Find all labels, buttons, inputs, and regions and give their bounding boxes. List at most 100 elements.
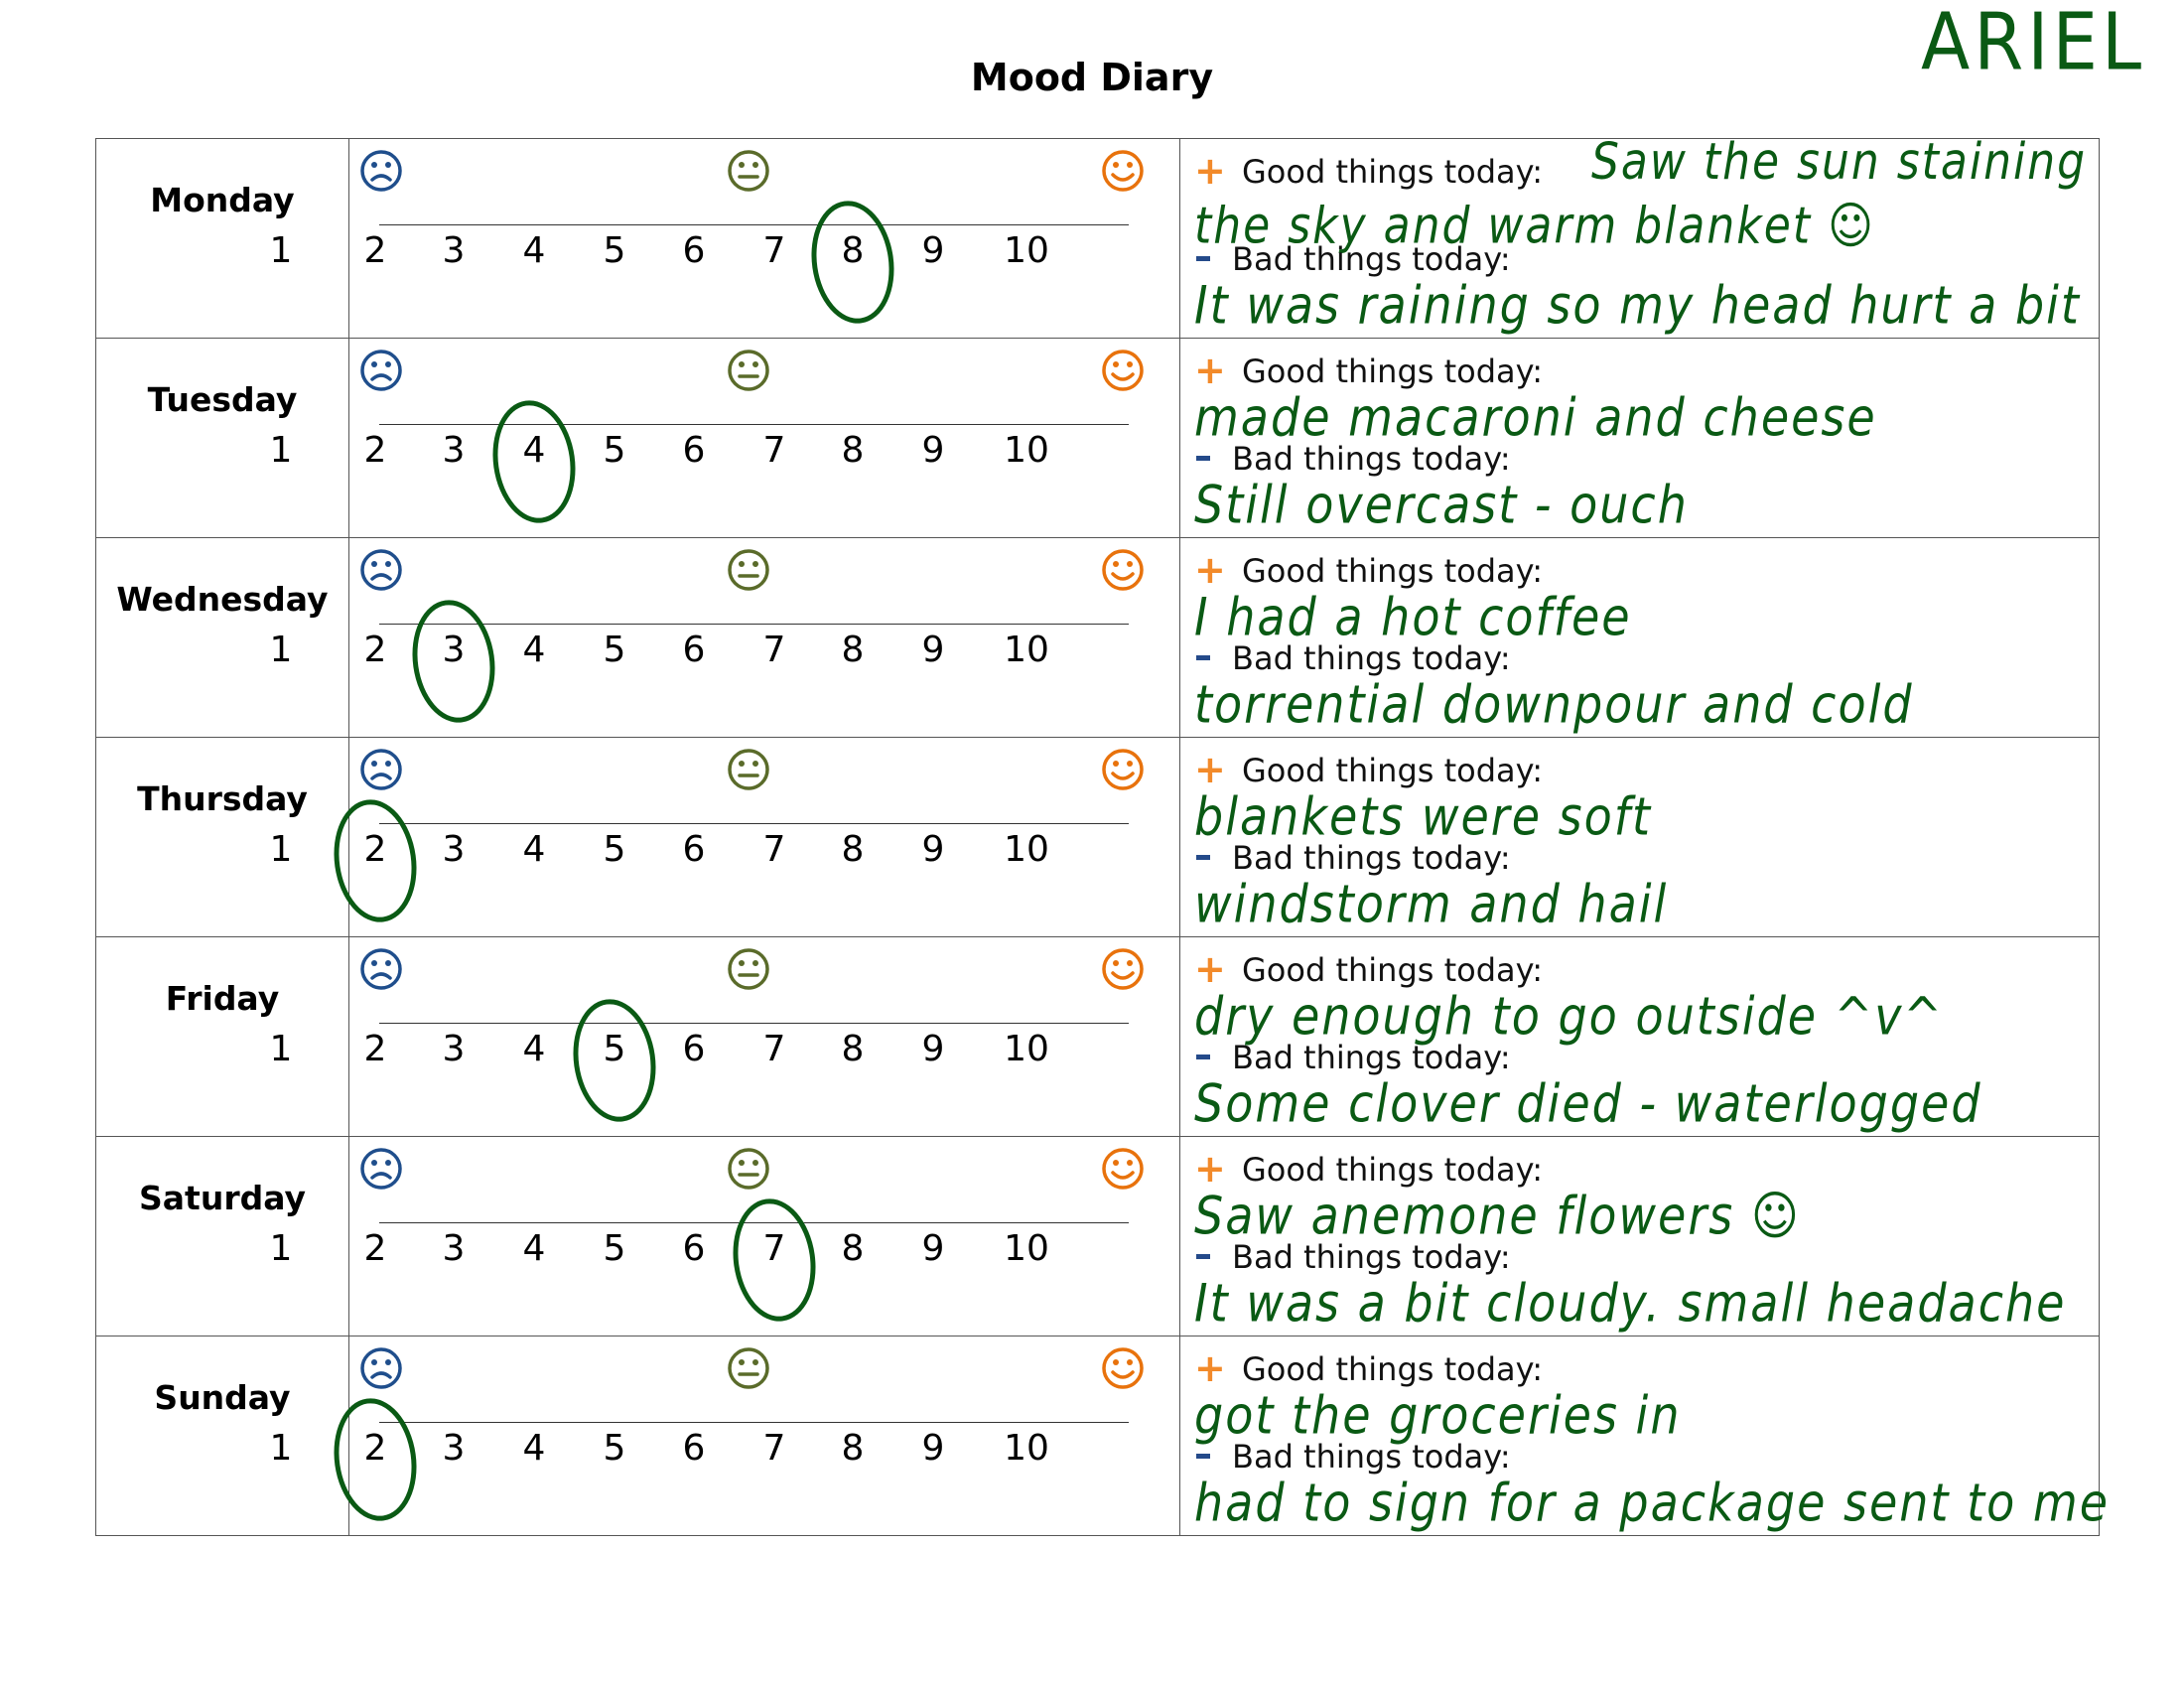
scale-number[interactable]: 1 [251, 230, 311, 271]
scale-number[interactable]: 10 [997, 1029, 1056, 1069]
scale-number[interactable]: 8 [823, 630, 883, 670]
scale-number[interactable]: 2 [345, 430, 405, 471]
happy-face-icon [1101, 1346, 1145, 1390]
bad-things-label: Bad things today: [1232, 440, 1511, 478]
scale-line [379, 624, 1129, 625]
mood-scale: 1 2 3 4 5 6 7 8 9 10 [270, 737, 1180, 937]
scale-number[interactable]: 2 [345, 230, 405, 271]
scale-number[interactable]: 4 [504, 1228, 564, 1269]
scale-number[interactable]: 9 [903, 1428, 963, 1469]
good-things-entry[interactable]: blankets were soft [1194, 785, 1652, 847]
scale-number[interactable]: 5 [585, 1228, 644, 1269]
bad-things-entry[interactable]: It was raining so my head hurt a bit [1194, 274, 2081, 336]
scale-number[interactable]: 1 [251, 1029, 311, 1069]
scale-number[interactable]: 1 [251, 1228, 311, 1269]
scale-number[interactable]: 10 [997, 430, 1056, 471]
scale-number[interactable]: 4 [504, 1029, 564, 1069]
scale-number[interactable]: 3 [424, 430, 483, 471]
bad-things-label: Bad things today: [1232, 1039, 1511, 1076]
scale-number[interactable]: 4 [504, 230, 564, 271]
scale-number[interactable]: 6 [664, 1228, 724, 1269]
bad-things-entry[interactable]: It was a bit cloudy. small headache [1194, 1272, 2066, 1334]
good-things-entry[interactable]: I had a hot coffee [1194, 586, 1632, 647]
scale-number[interactable]: 1 [251, 630, 311, 670]
scale-number[interactable]: 3 [424, 829, 483, 870]
scale-number[interactable]: 9 [903, 430, 963, 471]
scale-number[interactable]: 8 [823, 430, 883, 471]
scale-number[interactable]: 3 [424, 1428, 483, 1469]
scale-number[interactable]: 9 [903, 829, 963, 870]
notes-cell: + Good things today: Saw anemone flowers… [1179, 1136, 2100, 1336]
scale-number[interactable]: 8 [823, 1029, 883, 1069]
scale-number[interactable]: 5 [585, 630, 644, 670]
good-things-entry[interactable]: got the groceries in [1194, 1384, 1681, 1446]
scale-number[interactable]: 6 [664, 630, 724, 670]
scale-number[interactable]: 10 [997, 1228, 1056, 1269]
notes-cell: + Good things today: got the groceries i… [1179, 1336, 2108, 1536]
bad-things-entry[interactable]: had to sign for a package sent to me [1194, 1472, 2110, 1533]
mood-scale: 1 2 3 4 5 6 7 8 9 10 [270, 1136, 1180, 1336]
scale-number[interactable]: 3 [424, 1228, 483, 1269]
scale-number[interactable]: 5 [585, 1428, 644, 1469]
bad-things-entry[interactable]: Some clover died - waterlogged [1194, 1072, 1982, 1134]
notes-cell: + Good things today: I had a hot coffee … [1179, 537, 2100, 738]
scale-number[interactable]: 7 [745, 829, 804, 870]
scale-number[interactable]: 1 [251, 430, 311, 471]
scale-number[interactable]: 6 [664, 430, 724, 471]
scale-number[interactable]: 7 [745, 1428, 804, 1469]
bad-things-label: Bad things today: [1232, 639, 1511, 677]
scale-number[interactable]: 8 [823, 1428, 883, 1469]
bad-things-entry[interactable]: windstorm and hail [1194, 873, 1668, 934]
minus-icon [1196, 655, 1210, 660]
scale-number[interactable]: 5 [585, 230, 644, 271]
scale-number[interactable]: 8 [823, 829, 883, 870]
selected-mood-circle [725, 1193, 824, 1328]
scale-number[interactable]: 4 [504, 829, 564, 870]
scale-line [379, 1023, 1129, 1024]
scale-number[interactable]: 3 [424, 1029, 483, 1069]
minus-icon [1196, 256, 1210, 261]
scale-number[interactable]: 1 [251, 829, 311, 870]
scale-number[interactable]: 2 [345, 630, 405, 670]
scale-number[interactable]: 4 [504, 1428, 564, 1469]
good-things-entry[interactable]: Saw anemone flowers ☺ [1194, 1185, 1801, 1246]
happy-face-icon [1101, 149, 1145, 193]
scale-number[interactable]: 6 [664, 230, 724, 271]
scale-number[interactable]: 6 [664, 1428, 724, 1469]
selected-mood-circle [803, 195, 902, 330]
scale-number[interactable]: 10 [997, 1428, 1056, 1469]
scale-number[interactable]: 7 [745, 230, 804, 271]
scale-number[interactable]: 5 [585, 430, 644, 471]
scale-number[interactable]: 7 [745, 630, 804, 670]
day-label: Monday [95, 138, 349, 339]
scale-number[interactable]: 1 [251, 1428, 311, 1469]
day-row: Sunday 1 2 3 4 5 6 7 8 9 10 + Good things today: … [95, 1336, 2108, 1536]
scale-number[interactable]: 9 [903, 230, 963, 271]
scale-number[interactable]: 7 [745, 1029, 804, 1069]
scale-number[interactable]: 10 [997, 230, 1056, 271]
good-things-entry[interactable]: dry enough to go outside ^v^ [1194, 985, 1944, 1047]
mood-scale: 1 2 3 4 5 6 7 8 9 10 [270, 138, 1180, 339]
scale-number[interactable]: 6 [664, 829, 724, 870]
scale-number[interactable]: 2 [345, 1228, 405, 1269]
good-things-entry[interactable]: made macaroni and cheese [1194, 386, 1877, 448]
scale-number[interactable]: 9 [903, 630, 963, 670]
scale-number[interactable]: 6 [664, 1029, 724, 1069]
scale-number[interactable]: 3 [424, 230, 483, 271]
sad-face-icon [359, 349, 403, 392]
happy-face-icon [1101, 349, 1145, 392]
scale-number[interactable]: 9 [903, 1029, 963, 1069]
good-things-label: Good things today: [1242, 352, 1544, 390]
bad-things-entry[interactable]: torrential downpour and cold [1194, 673, 1914, 735]
scale-number[interactable]: 8 [823, 1228, 883, 1269]
scale-number[interactable]: 10 [997, 829, 1056, 870]
bad-things-entry[interactable]: Still overcast - ouch [1194, 474, 1689, 535]
selected-mood-circle [484, 394, 584, 529]
scale-number[interactable]: 5 [585, 829, 644, 870]
neutral-face-icon [727, 349, 770, 392]
scale-number[interactable]: 7 [745, 430, 804, 471]
scale-number[interactable]: 9 [903, 1228, 963, 1269]
scale-number[interactable]: 4 [504, 630, 564, 670]
scale-number[interactable]: 2 [345, 1029, 405, 1069]
scale-number[interactable]: 10 [997, 630, 1056, 670]
